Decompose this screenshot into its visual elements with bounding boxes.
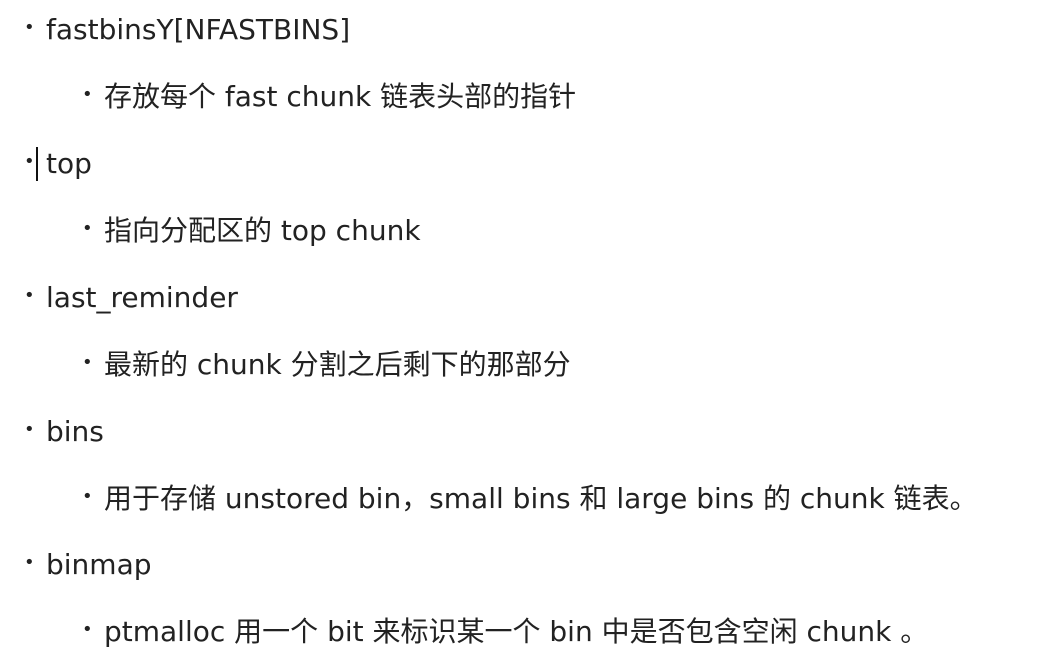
description-text: 存放每个 fast chunk 链表头部的指针 — [104, 80, 577, 113]
bullet-icon: • — [24, 151, 35, 172]
sub-list-item: • 最新的 chunk 分割之后剩下的那部分 — [82, 346, 571, 383]
description-text: ptmalloc 用一个 bit 来标识某一个 bin 中是否包含空闲 chun… — [104, 615, 929, 648]
term-text: fastbinsY[NFASTBINS] — [46, 13, 351, 46]
bullet-icon: • — [24, 285, 35, 306]
sub-list-item: • 存放每个 fast chunk 链表头部的指针 — [82, 78, 576, 115]
bullet-icon: • — [82, 619, 93, 640]
bullet-icon: • — [82, 84, 93, 105]
description-text: 用于存储 unstored bin，small bins 和 large bin… — [104, 482, 978, 515]
text-cursor[interactable] — [36, 147, 38, 181]
bullet-icon: • — [82, 218, 93, 239]
bullet-icon: • — [24, 419, 35, 440]
term-text: bins — [46, 415, 104, 448]
term-text: top — [46, 147, 92, 180]
bullet-icon: • — [82, 486, 93, 507]
sub-list-item: • ptmalloc 用一个 bit 来标识某一个 bin 中是否包含空闲 chu… — [82, 613, 928, 650]
list-item: • binmap — [24, 546, 152, 583]
sub-list-item: • 指向分配区的 top chunk — [82, 212, 421, 249]
list-item: • top — [24, 145, 92, 182]
list-item: • bins — [24, 413, 104, 450]
term-text: last_reminder — [46, 281, 238, 314]
bullet-icon: • — [24, 552, 35, 573]
sub-list-item: • 用于存储 unstored bin，small bins 和 large bi… — [82, 480, 978, 517]
bullet-icon: • — [24, 17, 35, 38]
document-body: • fastbinsY[NFASTBINS] • 存放每个 fast chunk 链… — [0, 0, 1037, 658]
term-text: binmap — [46, 548, 152, 581]
list-item: • last_reminder — [24, 279, 238, 316]
list-item: • fastbinsY[NFASTBINS] — [24, 11, 350, 48]
description-text: 最新的 chunk 分割之后剩下的那部分 — [104, 348, 571, 381]
bullet-icon: • — [82, 352, 93, 373]
description-text: 指向分配区的 top chunk — [104, 214, 421, 247]
